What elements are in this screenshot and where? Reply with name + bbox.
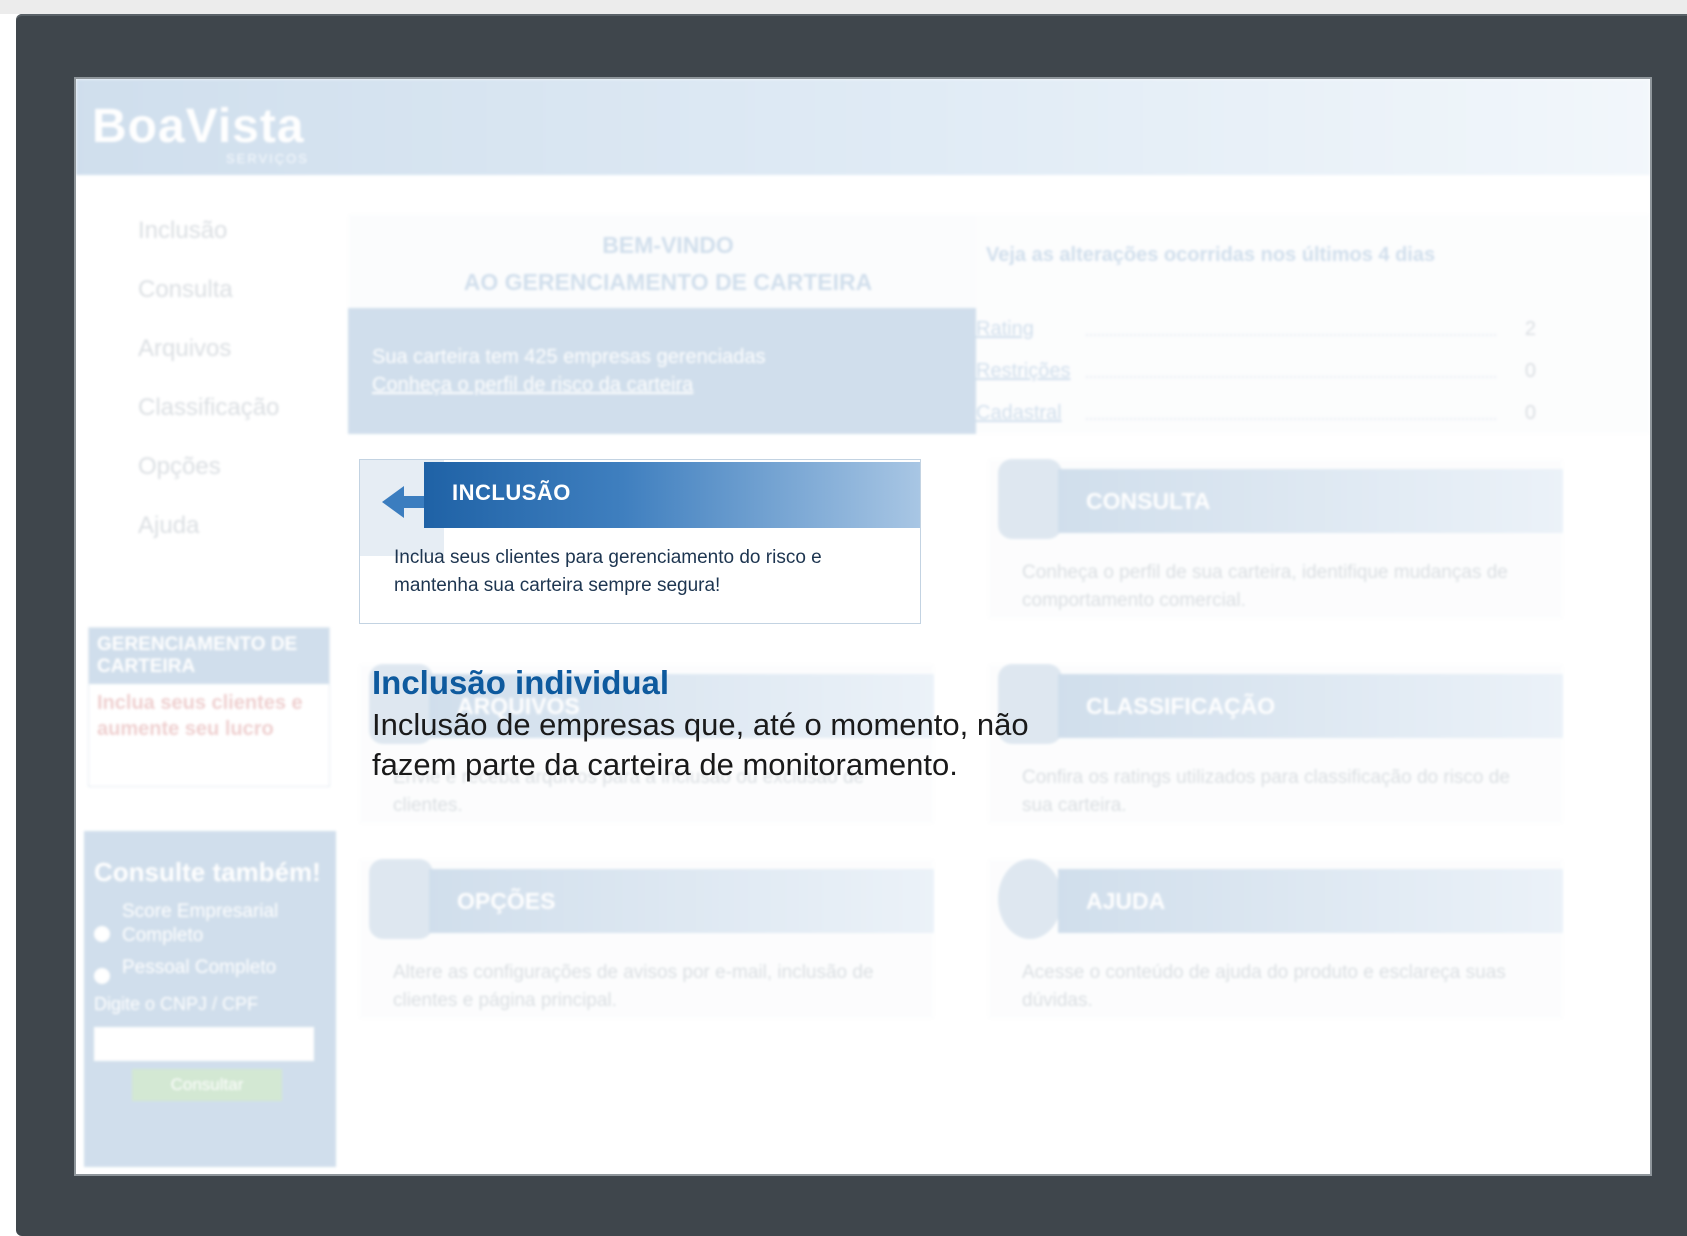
logo: BoaVista xyxy=(92,100,305,153)
app-screen: BoaVista SERVIÇOS Inclusão Consulta Arqu… xyxy=(74,77,1652,1176)
nav-item-arquivos[interactable]: Arquivos xyxy=(138,335,279,394)
card-title: CLASSIFICAÇÃO xyxy=(1058,674,1563,738)
card-classificacao[interactable]: CLASSIFICAÇÃO Confira os ratings utiliza… xyxy=(988,664,1563,824)
card-text: Altere as configurações de avisos por e-… xyxy=(393,962,874,1011)
welcome-title: BEM-VINDO AO GERENCIAMENTO DE CARTEIRA xyxy=(348,214,988,301)
dotted-leader xyxy=(1086,418,1496,420)
radio-label: Pessoal Completo xyxy=(122,957,277,978)
arrow-head xyxy=(382,486,404,518)
change-link[interactable]: Rating xyxy=(976,318,1034,341)
card-inclusao-title: INCLUSÃO xyxy=(452,480,571,505)
tools-icon xyxy=(369,859,433,939)
cnpj-input[interactable] xyxy=(94,1027,314,1061)
change-link[interactable]: Restrições xyxy=(976,360,1070,383)
card-title: AJUDA xyxy=(1058,869,1563,933)
app-header: BoaVista SERVIÇOS xyxy=(76,79,1650,175)
card-ajuda[interactable]: AJUDA Acesse o conteúdo de ajuda do prod… xyxy=(988,859,1563,1019)
radio-label: Score Empresarial Completo xyxy=(122,901,279,946)
dotted-leader xyxy=(1086,334,1496,336)
nav-item-consulta[interactable]: Consulta xyxy=(138,276,279,335)
change-link[interactable]: Cadastral xyxy=(976,402,1062,425)
callout-body: Inclusão de empresas que, até o momento,… xyxy=(372,707,1029,782)
left-nav: Inclusão Consulta Arquivos Classificação… xyxy=(138,217,279,571)
consult-button[interactable]: Consultar xyxy=(132,1069,282,1101)
logo-subtitle: SERVIÇOS xyxy=(226,151,309,166)
nav-item-inclusao[interactable]: Inclusão xyxy=(138,217,279,276)
tutorial-callout: Inclusão individual Inclusão de empresas… xyxy=(372,663,1062,785)
radio-button[interactable] xyxy=(94,968,110,984)
magnifier-icon xyxy=(998,459,1062,539)
card-consulta[interactable]: CONSULTA Conheça o perfil de sua carteir… xyxy=(988,459,1563,619)
card-inclusao-header: INCLUSÃO xyxy=(424,462,920,528)
change-count: 0 xyxy=(1524,360,1536,382)
change-count: 2 xyxy=(1524,318,1536,340)
dimmed-background: BoaVista SERVIÇOS Inclusão Consulta Arqu… xyxy=(76,79,1650,1174)
portfolio-text: Sua carteira tem 425 empresas gerenciada… xyxy=(372,346,766,368)
cnpj-label: Digite o CNPJ / CPF xyxy=(94,994,259,1014)
change-row-cadastral: Cadastral 0 xyxy=(976,402,1536,432)
nav-item-ajuda[interactable]: Ajuda xyxy=(138,512,279,571)
change-row-rating: Rating 2 xyxy=(976,318,1536,348)
card-opcoes[interactable]: OPÇÕES Altere as configurações de avisos… xyxy=(359,859,934,1019)
radio-option-score[interactable]: Score Empresarial Completo xyxy=(84,896,336,952)
card-inclusao-text: Inclua seus clientes para gerenciamento … xyxy=(394,547,822,596)
card-title: OPÇÕES xyxy=(429,869,934,933)
nav-item-classificacao[interactable]: Classificação xyxy=(138,394,279,453)
welcome-panel: BEM-VINDO AO GERENCIAMENTO DE CARTEIRA S… xyxy=(348,214,988,434)
portfolio-summary: Sua carteira tem 425 empresas gerenciada… xyxy=(348,308,988,434)
radio-option-pessoal[interactable]: Pessoal Completo xyxy=(84,952,336,988)
monitor-bezel: BoaVista SERVIÇOS Inclusão Consulta Arqu… xyxy=(16,14,1687,1236)
changes-panel: Veja as alterações ocorridas nos últimos… xyxy=(976,214,1650,434)
portfolio-risk-link[interactable]: Conheça o perfil de risco da carteira xyxy=(372,374,693,396)
nav-item-opcoes[interactable]: Opções xyxy=(138,453,279,512)
card-text: Confira os ratings utilizados para class… xyxy=(1022,767,1510,816)
dotted-leader xyxy=(1086,376,1496,378)
promo-title: GERENCIAMENTO DE CARTEIRA xyxy=(89,628,329,684)
welcome-line-2: AO GERENCIAMENTO DE CARTEIRA xyxy=(463,269,873,295)
change-row-restricoes: Restrições 0 xyxy=(976,360,1536,390)
card-title: CONSULTA xyxy=(1058,469,1563,533)
card-text: Conheça o perfil de sua carteira, identi… xyxy=(1022,562,1508,611)
card-inclusao[interactable]: INCLUSÃO Inclua seus clientes para geren… xyxy=(359,459,921,624)
radio-button[interactable] xyxy=(94,926,110,942)
promo-box[interactable]: GERENCIAMENTO DE CARTEIRA Inclua seus cl… xyxy=(88,627,330,787)
change-count: 0 xyxy=(1524,402,1536,424)
top-strip xyxy=(0,0,1687,14)
consult-title: Consulte também! xyxy=(94,857,321,887)
callout-title: Inclusão individual xyxy=(372,664,670,701)
card-text: Acesse o conteúdo de ajuda do produto e … xyxy=(1022,962,1506,1011)
changes-heading: Veja as alterações ocorridas nos últimos… xyxy=(986,244,1436,266)
consult-panel: Consulte também! Score Empresarial Compl… xyxy=(84,831,336,1167)
welcome-line-1: BEM-VINDO xyxy=(602,232,734,258)
portfolio-link-row: Conheça o perfil de risco da carteira xyxy=(372,374,693,397)
promo-text: Inclua seus clientes e aumente seu lucro xyxy=(97,692,303,740)
help-icon xyxy=(998,859,1062,939)
